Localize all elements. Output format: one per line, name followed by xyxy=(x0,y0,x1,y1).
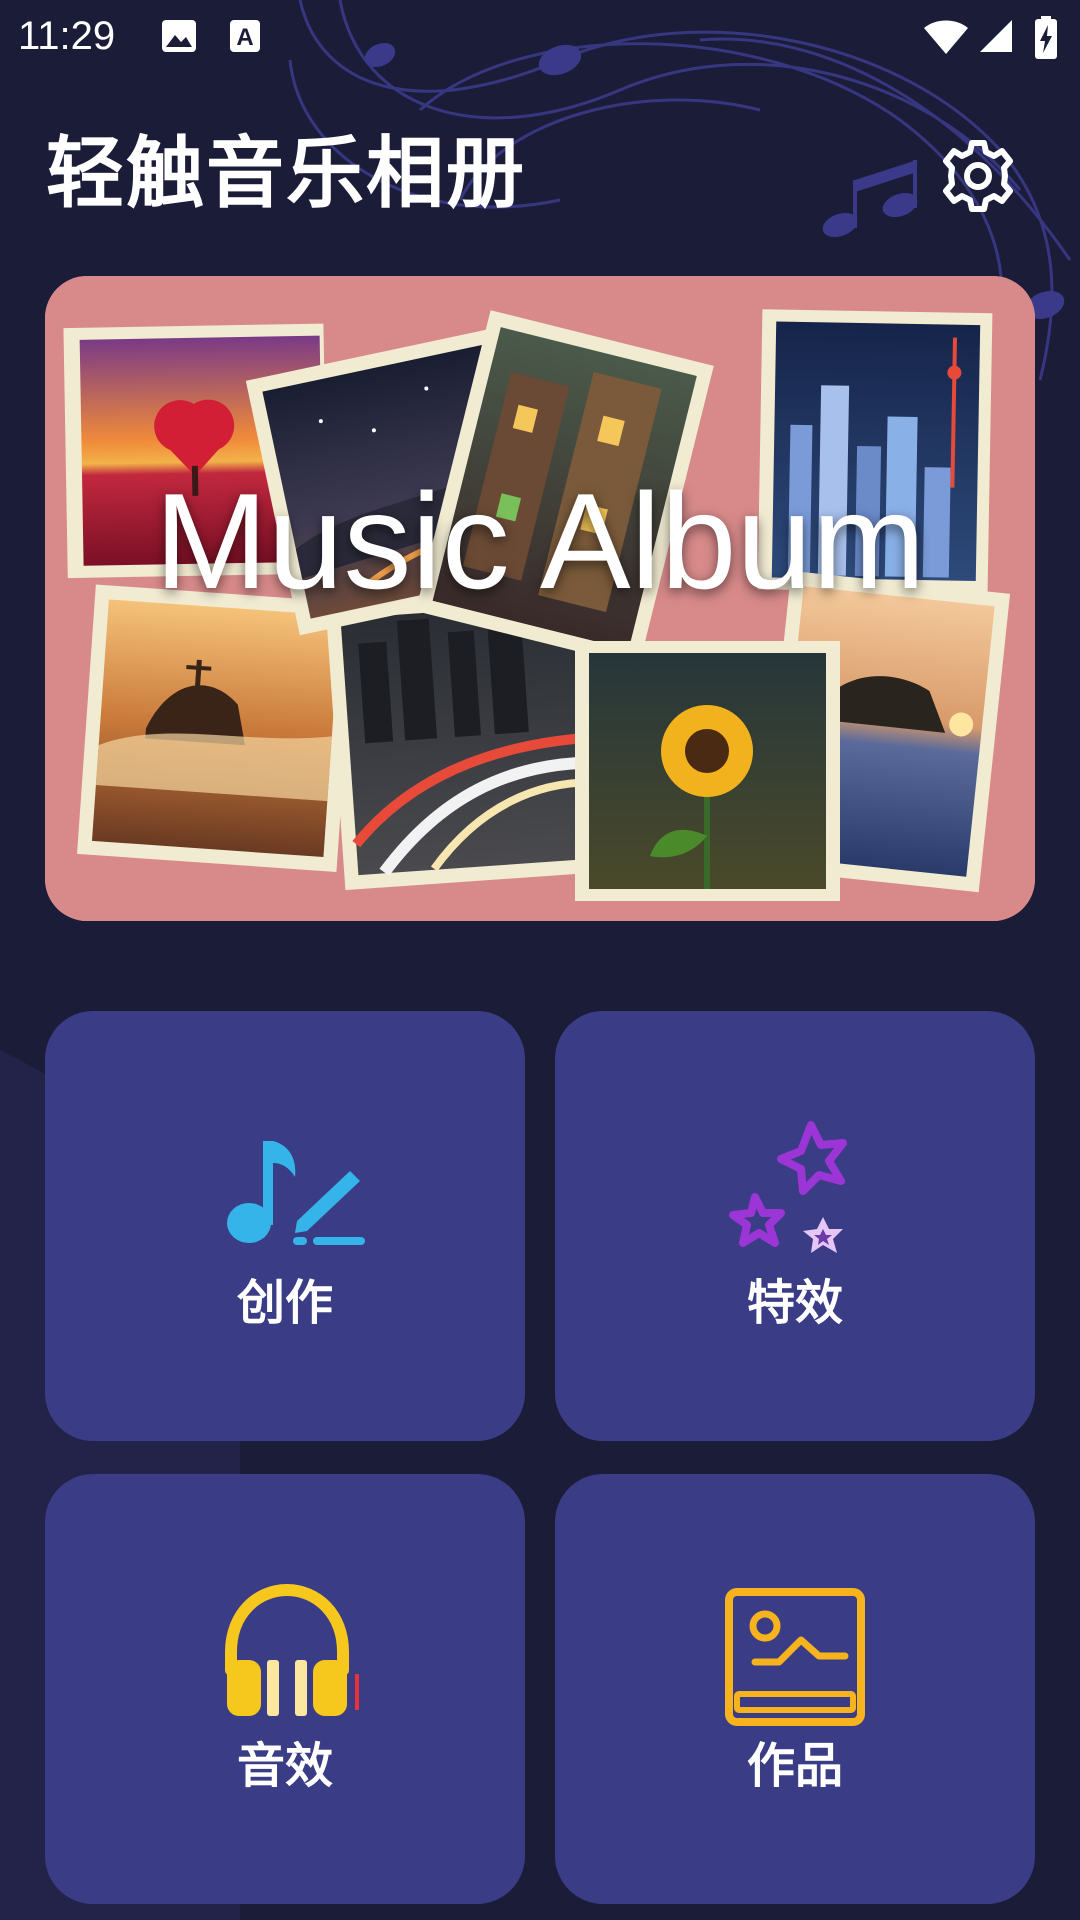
text-a-icon: A xyxy=(230,20,260,52)
effects-label: 特效 xyxy=(746,1275,843,1331)
works-tile[interactable]: 作品 xyxy=(555,1474,1035,1904)
status-bar: 11:29 A xyxy=(0,0,1080,72)
create-label: 创作 xyxy=(236,1275,333,1331)
app-title: 轻触音乐相册 xyxy=(46,129,527,219)
signal-icon xyxy=(980,20,1012,52)
photo-frame-icon xyxy=(725,1588,865,1726)
sound-effects-tile[interactable]: 音效 xyxy=(45,1474,525,1904)
battery-charging-icon xyxy=(1035,16,1057,59)
music-album-banner[interactable]: Music Album xyxy=(45,276,1035,921)
svg-text:A: A xyxy=(236,24,253,51)
wifi-icon xyxy=(924,20,968,54)
works-label: 作品 xyxy=(746,1738,843,1794)
banner-title: Music Album xyxy=(154,465,926,617)
gear-icon xyxy=(943,140,1013,212)
stars-icon xyxy=(729,1121,847,1253)
image-icon xyxy=(162,20,196,52)
sound-effects-label: 音效 xyxy=(236,1738,333,1794)
effects-tile[interactable]: 特效 xyxy=(555,1011,1035,1441)
headphones-icon xyxy=(225,1583,359,1716)
home-screen: 11:29 A 轻触音乐相册 Music Album 创作 特效 音效 作品 xyxy=(0,0,1080,1920)
create-tile[interactable]: 创作 xyxy=(45,1011,525,1441)
settings-button[interactable] xyxy=(938,136,1018,216)
status-time: 11:29 xyxy=(18,14,116,58)
music-note-pen-icon xyxy=(227,1141,365,1245)
